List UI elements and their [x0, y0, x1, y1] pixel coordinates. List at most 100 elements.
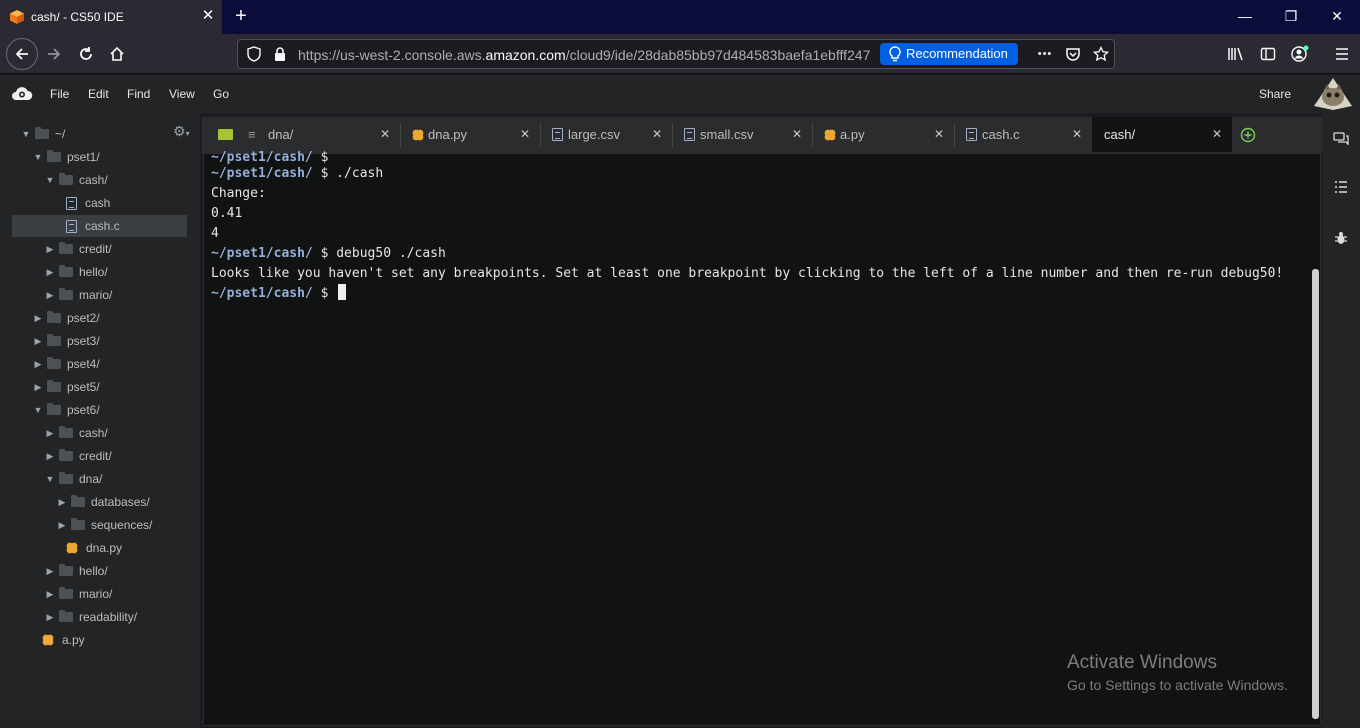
chevron-right-icon[interactable]: ▶	[44, 244, 56, 255]
tab-close-icon[interactable]: ✕	[652, 127, 662, 141]
tree-file[interactable]: cash.c	[12, 215, 187, 237]
chevron-right-icon[interactable]: ▶	[32, 359, 44, 370]
menu-find[interactable]: Find	[127, 87, 150, 101]
terminal-text: $	[312, 150, 337, 165]
tree-folder[interactable]: ▶ hello/	[0, 261, 200, 283]
home-button[interactable]	[101, 38, 133, 70]
tree-folder[interactable]: ▶ databases/	[0, 491, 200, 513]
chevron-right-icon[interactable]: ▶	[44, 566, 56, 577]
chevron-down-icon[interactable]: ▼	[20, 129, 32, 139]
editor-tab[interactable]: cash.c ✕	[954, 117, 1092, 152]
chevron-right-icon[interactable]: ▶	[56, 520, 68, 531]
tree-folder[interactable]: ▶ credit/	[0, 238, 200, 260]
account-button[interactable]	[1288, 42, 1312, 66]
outline-icon[interactable]	[1332, 179, 1350, 197]
tab-close-icon[interactable]: ✕	[934, 127, 944, 141]
tree-folder[interactable]: ▶ sequences/	[0, 514, 200, 536]
close-window-button[interactable]: ✕	[1314, 0, 1360, 34]
arrow-left-icon	[15, 48, 28, 60]
tree-folder[interactable]: ▼ ~/	[0, 123, 200, 145]
editor-tab[interactable]: small.csv ✕	[672, 117, 812, 152]
tab-menu-icon[interactable]: ≡	[248, 127, 256, 142]
chevron-right-icon[interactable]: ▶	[32, 313, 44, 324]
chevron-right-icon[interactable]: ▶	[56, 497, 68, 508]
add-tab-button[interactable]	[1240, 127, 1256, 148]
chevron-right-icon[interactable]: ▶	[32, 336, 44, 347]
restore-button[interactable]: ❐	[1268, 0, 1314, 34]
shield-icon[interactable]	[246, 46, 262, 62]
tree-item-label: hello/	[79, 265, 108, 279]
tree-folder[interactable]: ▶ credit/	[0, 445, 200, 467]
tree-folder[interactable]: ▶ hello/	[0, 560, 200, 582]
chevron-right-icon[interactable]: ▶	[44, 428, 56, 439]
chevron-down-icon[interactable]: ▼	[32, 152, 44, 162]
menu-file[interactable]: File	[50, 87, 69, 101]
menu-go[interactable]: Go	[213, 87, 229, 101]
tree-folder[interactable]: ▶ cash/	[0, 422, 200, 444]
tree-folder[interactable]: ▶ pset2/	[0, 307, 200, 329]
chat-icon[interactable]	[1332, 130, 1350, 148]
chevron-right-icon[interactable]: ▶	[44, 267, 56, 278]
new-tab-button[interactable]: +	[230, 6, 252, 28]
editor-tab[interactable]: ≡ dna/ ✕	[202, 117, 400, 152]
forward-button[interactable]	[38, 38, 70, 70]
share-button[interactable]: Share	[1259, 87, 1291, 101]
tree-file[interactable]: a.py	[0, 629, 200, 651]
terminal-scrollbar[interactable]	[1312, 269, 1319, 719]
tree-folder[interactable]: ▶ mario/	[0, 284, 200, 306]
tree-folder[interactable]: ▶ readability/	[0, 606, 200, 628]
terminal-line: Looks like you haven't set any breakpoin…	[211, 264, 1283, 284]
bookmark-star-button[interactable]	[1090, 44, 1112, 64]
url-bar[interactable]: https://us-west-2.console.aws.amazon.com…	[237, 39, 1115, 69]
chevron-right-icon[interactable]: ▶	[44, 451, 56, 462]
chevron-right-icon[interactable]: ▶	[44, 612, 56, 623]
chevron-down-icon[interactable]: ▼	[44, 474, 56, 484]
menu-edit[interactable]: Edit	[88, 87, 109, 101]
chevron-right-icon[interactable]: ▶	[44, 290, 56, 301]
tree-folder[interactable]: ▼ cash/	[0, 169, 200, 191]
file-icon	[552, 128, 563, 141]
library-button[interactable]	[1224, 42, 1248, 66]
browser-tab[interactable]: cash/ - CS50 IDE ✕	[0, 0, 222, 34]
tree-folder[interactable]: ▶ pset4/	[0, 353, 200, 375]
tab-close-icon[interactable]: ✕	[520, 127, 530, 141]
back-button[interactable]	[6, 38, 38, 70]
page-actions-button[interactable]: •••	[1034, 44, 1056, 64]
tree-file[interactable]: cash	[0, 192, 200, 214]
editor-tab[interactable]: dna.py ✕	[400, 117, 540, 152]
editor-tab[interactable]: a.py ✕	[812, 117, 954, 152]
url-text[interactable]: https://us-west-2.console.aws.amazon.com…	[298, 47, 874, 63]
reload-icon	[80, 47, 92, 60]
tree-folder[interactable]: ▼ pset1/	[0, 146, 200, 168]
tab-close-icon[interactable]: ✕	[199, 7, 217, 25]
editor-tab[interactable]: cash/ ✕	[1092, 117, 1232, 152]
tab-close-icon[interactable]: ✕	[792, 127, 802, 141]
debugger-bug-icon[interactable]	[1332, 230, 1350, 248]
terminal[interactable]: ~/pset1/cash/ $ ~/pset1/cash/ $ ./cash Ch…	[203, 150, 1321, 726]
tree-folder[interactable]: ▶ pset5/	[0, 376, 200, 398]
chevron-right-icon[interactable]: ▶	[44, 589, 56, 600]
menu-view[interactable]: View	[169, 87, 195, 101]
python-file-icon	[412, 129, 424, 141]
tree-folder[interactable]: ▼ pset6/	[0, 399, 200, 421]
chevron-down-icon[interactable]: ▼	[44, 175, 56, 185]
tree-file[interactable]: dna.py	[0, 537, 200, 559]
user-avatar[interactable]	[1310, 76, 1356, 112]
recommendation-button[interactable]: Recommendation	[880, 43, 1018, 65]
reload-button[interactable]	[70, 38, 102, 70]
chevron-down-icon[interactable]: ▼	[32, 405, 44, 415]
terminal-text: Change:	[211, 186, 266, 201]
tab-close-icon[interactable]: ✕	[1212, 127, 1222, 141]
lock-icon[interactable]	[272, 46, 288, 62]
tab-close-icon[interactable]: ✕	[380, 127, 390, 141]
chevron-right-icon[interactable]: ▶	[32, 382, 44, 393]
pocket-button[interactable]	[1062, 44, 1084, 64]
minimize-button[interactable]: —	[1222, 0, 1268, 34]
editor-tab[interactable]: large.csv ✕	[540, 117, 672, 152]
tab-close-icon[interactable]: ✕	[1072, 127, 1082, 141]
sidebar-toggle-button[interactable]	[1256, 42, 1280, 66]
tree-folder[interactable]: ▶ pset3/	[0, 330, 200, 352]
tree-folder[interactable]: ▶ mario/	[0, 583, 200, 605]
app-menu-button[interactable]	[1330, 42, 1354, 66]
tree-folder[interactable]: ▼ dna/	[0, 468, 200, 490]
